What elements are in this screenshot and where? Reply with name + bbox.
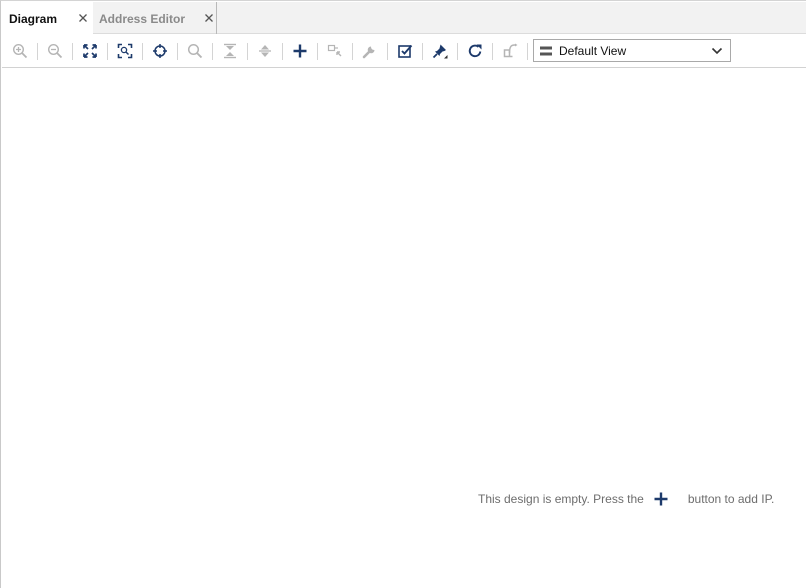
zoom-in-icon — [12, 43, 28, 59]
zoom-area-icon — [117, 43, 133, 59]
center-view-button[interactable] — [150, 41, 170, 61]
toolbar-separator — [247, 43, 248, 60]
tab-address-editor[interactable]: Address Editor — [93, 2, 217, 34]
refresh-button[interactable] — [465, 41, 485, 61]
zoom-area-button[interactable] — [115, 41, 135, 61]
view-select-value: Default View — [559, 44, 627, 58]
close-icon[interactable] — [77, 12, 89, 24]
tab-diagram[interactable]: Diagram — [2, 2, 93, 35]
toolbar-separator — [352, 43, 353, 60]
toolbar-separator — [527, 43, 528, 60]
tab-strip: Diagram Address Editor — [2, 2, 806, 35]
tab-address-editor-label: Address Editor — [99, 12, 186, 26]
expand-all-icon — [259, 45, 271, 57]
chevron-down-icon — [711, 47, 723, 55]
regenerate-layout-button[interactable] — [500, 41, 520, 61]
regenerate-layout-icon — [503, 43, 518, 58]
diagram-window: Diagram Address Editor Default View This… — [0, 0, 806, 588]
add-ip-icon — [293, 44, 307, 58]
crosshair-icon — [153, 44, 167, 58]
toolbar-separator — [107, 43, 108, 60]
toolbar-separator — [72, 43, 73, 60]
toolbar-separator — [457, 43, 458, 60]
zoom-out-icon — [47, 43, 63, 59]
search-button[interactable] — [185, 41, 205, 61]
empty-design-hint-text-end: button to add IP. — [687, 492, 775, 506]
pin-button[interactable] — [430, 41, 450, 61]
zoom-fit-button[interactable] — [80, 41, 100, 61]
zoom-out-button[interactable] — [45, 41, 65, 61]
toolbar-separator — [422, 43, 423, 60]
make-connection-button[interactable] — [325, 41, 345, 61]
expand-all-button[interactable] — [255, 41, 275, 61]
toolbar-separator — [282, 43, 283, 60]
diagram-canvas[interactable]: This design is empty. Press the button t… — [2, 69, 806, 588]
toolbar-separator — [492, 43, 493, 60]
validate-design-icon — [398, 44, 413, 58]
collapse-all-button[interactable] — [220, 41, 240, 61]
toolbar-separator — [212, 43, 213, 60]
toolbar-separator — [317, 43, 318, 60]
empty-design-hint-text: This design is empty. Press the — [478, 492, 644, 506]
wrench-icon — [362, 46, 375, 59]
collapse-all-icon — [224, 43, 236, 59]
zoom-fit-icon — [83, 44, 97, 58]
close-icon[interactable] — [203, 12, 215, 24]
add-ip-button[interactable] — [290, 41, 310, 61]
refresh-icon — [468, 44, 482, 58]
make-connection-icon — [327, 44, 342, 57]
empty-design-hint: This design is empty. Press the button t… — [478, 490, 774, 508]
search-icon — [187, 43, 203, 59]
settings-button[interactable] — [360, 41, 380, 61]
toolbar-separator — [387, 43, 388, 60]
add-ip-hint-icon — [654, 492, 668, 506]
view-select[interactable]: Default View — [533, 39, 731, 62]
view-layout-icon — [540, 46, 552, 56]
pin-icon — [432, 44, 448, 59]
toolbar-separator — [142, 43, 143, 60]
zoom-in-button[interactable] — [10, 41, 30, 61]
tab-diagram-label: Diagram — [9, 12, 58, 26]
validate-design-button[interactable] — [395, 41, 415, 61]
diagram-toolbar: Default View — [2, 35, 806, 68]
toolbar-separator — [177, 43, 178, 60]
toolbar-separator — [37, 43, 38, 60]
